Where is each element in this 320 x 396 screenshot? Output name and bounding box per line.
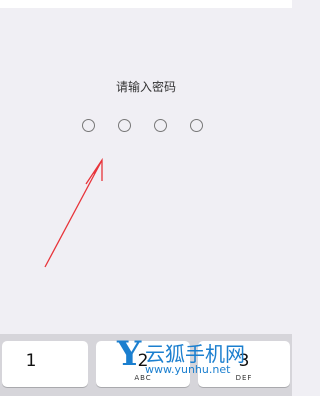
arrow-shaft <box>44 161 102 268</box>
passcode-prompt: 请输入密码 <box>115 80 176 94</box>
key-1-digit: 1 <box>25 351 37 371</box>
passcode-dot-1 <box>82 119 95 132</box>
numeric-keypad: 1 2 ABC 3 DEF <box>0 334 292 396</box>
arrow-head-inner <box>93 159 103 175</box>
key-2-digit: 2 <box>137 351 149 371</box>
key-1[interactable]: 1 <box>2 341 88 387</box>
arrow-head <box>85 157 103 185</box>
key-3-digit: 3 <box>238 351 250 371</box>
key-2-letters: ABC <box>134 374 152 382</box>
key-3[interactable]: 3 DEF <box>198 341 290 387</box>
key-3-letters: DEF <box>235 374 253 382</box>
passcode-dot-3 <box>154 119 167 132</box>
passcode-dots <box>82 119 212 139</box>
key-2[interactable]: 2 ABC <box>96 341 190 387</box>
status-bar <box>0 0 292 8</box>
passcode-dot-2 <box>118 119 131 132</box>
passcode-dot-4 <box>190 119 203 132</box>
